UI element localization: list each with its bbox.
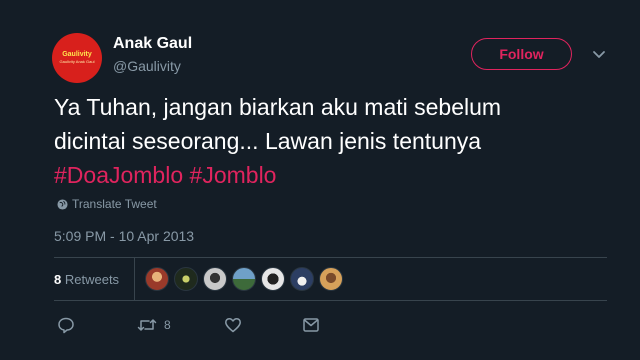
- retweeter-avatar[interactable]: [232, 267, 256, 291]
- retweet-button[interactable]: 8: [137, 316, 224, 334]
- divider: [54, 300, 607, 301]
- reply-icon: [58, 317, 74, 334]
- avatar-brand: Gaulivity: [62, 51, 92, 58]
- hashtag-link[interactable]: #DoaJomblo: [54, 162, 183, 188]
- action-bar: 8: [57, 316, 320, 334]
- retweeter-avatar[interactable]: [319, 267, 343, 291]
- direct-message-button[interactable]: [302, 316, 320, 334]
- divider: [134, 258, 135, 300]
- divider: [54, 257, 607, 258]
- like-button[interactable]: [224, 316, 302, 334]
- retweet-label: Retweets: [64, 272, 120, 287]
- tweet-line-2: dicintai seseorang... Lawan jenis tentun…: [54, 128, 482, 154]
- tweet-text: Ya Tuhan, jangan biarkan aku mati sebelu…: [54, 90, 614, 192]
- hashtag-link[interactable]: #Jomblo: [190, 162, 277, 188]
- retweet-action-count: 8: [164, 318, 171, 332]
- message-icon: [303, 318, 319, 332]
- follow-button[interactable]: Follow: [471, 38, 572, 70]
- retweeter-avatar[interactable]: [203, 267, 227, 291]
- retweet-count: 8: [54, 272, 62, 287]
- avatar-tagline: Gaulivity Anak Gaul: [59, 59, 95, 64]
- translate-label: Translate Tweet: [72, 197, 157, 211]
- avatar[interactable]: Gaulivity Gaulivity Anak Gaul: [52, 33, 102, 83]
- translate-tweet-link[interactable]: Translate Tweet: [57, 197, 157, 211]
- retweet-icon: [137, 319, 157, 331]
- timestamp[interactable]: 5:09 PM - 10 Apr 2013: [54, 228, 194, 244]
- globe-icon: [57, 198, 68, 210]
- retweeter-avatars: [145, 267, 348, 291]
- chevron-down-icon[interactable]: [591, 47, 607, 63]
- retweeter-avatar[interactable]: [290, 267, 314, 291]
- tweet-hashtags: #DoaJomblo #Jomblo: [54, 158, 614, 192]
- retweet-stats[interactable]: 8 Retweets: [54, 272, 119, 287]
- reply-button[interactable]: [57, 316, 137, 334]
- retweeter-avatar[interactable]: [261, 267, 285, 291]
- retweeter-avatar[interactable]: [174, 267, 198, 291]
- user-handle[interactable]: @Gaulivity: [113, 58, 181, 74]
- tweet-line-1: Ya Tuhan, jangan biarkan aku mati sebelu…: [54, 94, 502, 120]
- heart-icon: [225, 317, 241, 333]
- retweeter-avatar[interactable]: [145, 267, 169, 291]
- user-name[interactable]: Anak Gaul: [113, 35, 192, 53]
